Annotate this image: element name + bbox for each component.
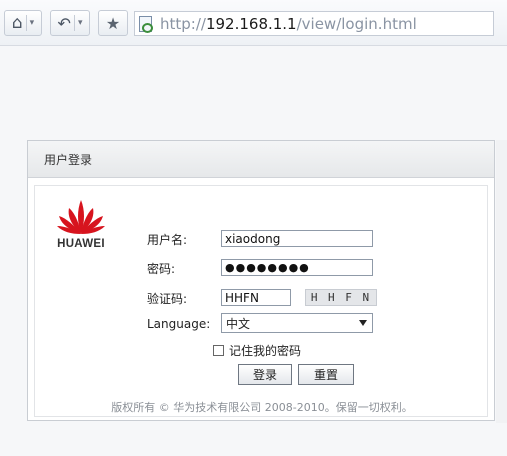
url-path: /view/login.html	[296, 14, 417, 33]
back-arrow-icon: ↶	[57, 13, 71, 33]
home-button[interactable]: ⌂ ▾	[4, 10, 42, 36]
panel-title: 用户登录	[44, 152, 93, 167]
browser-toolbar: ⌂ ▾ ↶ ▾ ★ http:// 192.168.1.1 /view/logi…	[0, 0, 507, 46]
language-label: Language:	[147, 317, 211, 331]
username-input[interactable]: xiaodong	[221, 230, 373, 247]
copyright-text: 版权所有 © 华为技术有限公司 2008-2010。保留一切权利。	[111, 401, 413, 414]
favorites-button[interactable]: ★	[98, 10, 128, 36]
page-edge	[496, 140, 507, 423]
login-button[interactable]: 登录	[238, 364, 292, 385]
login-button-label: 登录	[252, 368, 277, 382]
remember-checkbox[interactable]	[213, 345, 224, 356]
remember-password[interactable]: 记住我的密码	[213, 342, 301, 359]
chevron-down-icon: ▾	[77, 18, 83, 28]
chevron-down-icon: ▾	[29, 18, 35, 28]
captcha-input[interactable]: HHFN	[221, 289, 291, 306]
huawei-flower-icon	[57, 200, 105, 234]
url-host: 192.168.1.1	[205, 14, 297, 33]
captcha-image-text: H H F N	[310, 291, 372, 304]
password-label: 密码:	[147, 262, 176, 276]
remember-label: 记住我的密码	[229, 344, 302, 358]
back-button[interactable]: ↶ ▾	[50, 10, 90, 36]
address-bar[interactable]: http:// 192.168.1.1 /view/login.html	[134, 11, 494, 36]
captcha-value: HHFN	[225, 290, 259, 305]
language-value: 中文	[226, 316, 251, 331]
captcha-image[interactable]: H H F N	[305, 289, 377, 306]
huawei-logo: HUAWEI	[53, 196, 109, 252]
reset-button-label: 重置	[313, 368, 338, 382]
captcha-label: 验证码:	[147, 292, 188, 306]
username-value: xiaodong	[225, 231, 281, 246]
star-icon: ★	[105, 13, 121, 33]
password-value: ●●●●●●●●	[225, 261, 310, 274]
login-form: HUAWEI 用户名: xiaodong 密码: ●●●●●●●● 验证码: H…	[34, 185, 488, 417]
language-select[interactable]: 中文	[221, 313, 373, 333]
username-label: 用户名:	[147, 233, 188, 247]
logo-text: HUAWEI	[57, 238, 105, 250]
password-input[interactable]: ●●●●●●●●	[221, 259, 373, 276]
url-scheme: http://	[160, 14, 206, 33]
home-icon: ⌂	[11, 13, 23, 33]
page-icon	[139, 15, 153, 33]
panel-header: 用户登录	[28, 141, 494, 178]
caret-down-icon	[359, 320, 367, 326]
login-panel: 用户登录 HUAWEI 用户名: xiaodong 密码: ●●●●●●●● 验…	[27, 140, 495, 421]
reset-button[interactable]: 重置	[298, 364, 354, 385]
